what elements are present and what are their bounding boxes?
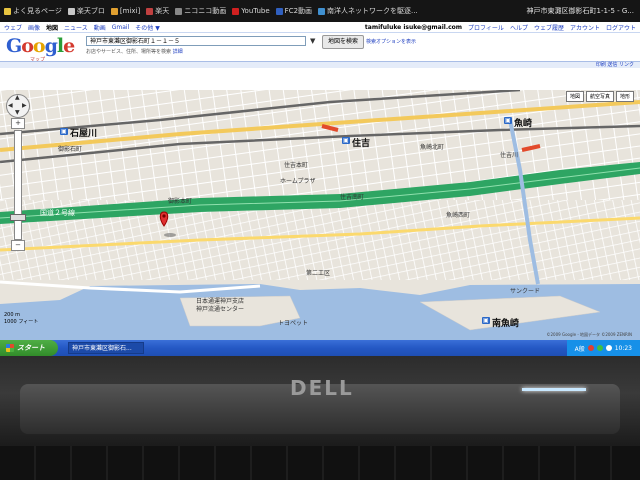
map-label: ホームプラザ <box>280 178 316 185</box>
map-copyright: ©2009 Google - 地図データ ©2009 ZENRIN <box>546 332 632 337</box>
tray-icon[interactable] <box>596 345 603 351</box>
zoom-in-button[interactable]: + <box>11 118 25 129</box>
zoom-out-button[interactable]: − <box>11 240 25 251</box>
gbar-link-gmail[interactable]: Gmail <box>112 24 130 31</box>
map-label: 魚崎西町 <box>446 212 471 219</box>
gbar-link-images[interactable]: 画像 <box>28 23 40 32</box>
hint-link[interactable]: 詳細 <box>173 49 183 55</box>
tray-clock: 10:23 <box>614 344 632 352</box>
user-email: tamifuluke isuke@gmail.com <box>364 23 463 31</box>
bookmark-item[interactable]: FC2動画 <box>275 6 312 16</box>
station-icon: ▣ <box>482 317 490 324</box>
station-icon: ▣ <box>342 137 350 144</box>
bookmarks-bar: よく見るページ 楽天ブロ [mixi] 楽天 ニコニコ動画 YouTube FC… <box>0 0 640 22</box>
start-button[interactable]: スタート <box>0 340 58 356</box>
gbar-link-news[interactable]: ニュース <box>64 23 88 32</box>
link-profile[interactable]: プロフィール <box>468 23 504 32</box>
map-scale: 200 m 1000 フィート <box>4 312 39 325</box>
map-label: トヨペット <box>278 320 309 327</box>
pan-left-icon[interactable]: ◀ <box>8 102 13 109</box>
star-icon <box>4 7 11 15</box>
windows-logo-icon <box>6 344 14 352</box>
road-label: 国道２号線 <box>40 209 75 217</box>
map-label: 神戸流通センター <box>196 306 245 313</box>
youtube-icon <box>232 7 240 15</box>
laptop-bezel: DELL <box>0 356 640 480</box>
map-label: 石屋川 <box>70 129 98 139</box>
chevron-down-icon[interactable]: ▼ <box>310 37 315 45</box>
map-type-satellite[interactable]: 航空写真 <box>585 91 614 102</box>
zoom-slider[interactable] <box>14 130 22 240</box>
system-tray: A般 10:23 <box>566 340 640 356</box>
bookmark-item[interactable]: ニコニコ動画 <box>175 6 226 16</box>
search-button[interactable]: 地図を検索 <box>322 35 365 49</box>
map-type-terrain[interactable]: 地形 <box>615 91 634 102</box>
map-label: 第二工区 <box>306 270 331 277</box>
pan-right-icon[interactable]: ▶ <box>22 102 27 109</box>
tray-icon[interactable] <box>587 345 594 351</box>
pan-control[interactable]: ▲ ▼ ◀ ▶ <box>6 94 30 118</box>
pan-down-icon[interactable]: ▼ <box>15 109 20 116</box>
zoom-thumb[interactable] <box>10 214 26 221</box>
map-label: 御影石町 <box>58 146 83 153</box>
gbar-link-more[interactable]: その他 ▼ <box>135 23 160 32</box>
bookmark-item[interactable]: [mixi] <box>110 7 140 15</box>
bookmark-item[interactable]: 楽天ブロ <box>67 6 105 16</box>
link-logout[interactable]: ログアウト <box>606 23 636 32</box>
station-icon: ▣ <box>504 117 512 124</box>
map-label: 住吉川 <box>500 152 519 159</box>
brand-logo: DELL <box>290 376 354 400</box>
map-label: 住吉南町 <box>340 194 365 201</box>
results-bar: 印刷 送信 リンク <box>0 61 640 68</box>
bookmark-item[interactable]: 楽天 <box>146 6 169 16</box>
search-input[interactable]: 神戸市東灘区御影石町１－１－５ <box>86 36 306 46</box>
tray-icon[interactable] <box>605 345 612 351</box>
map-type-map[interactable]: 地図 <box>565 91 584 102</box>
link-account[interactable]: アカウント <box>570 23 600 32</box>
taskbar: スタート 神戸市東灘区御影石... A般 10:23 <box>0 340 640 356</box>
link-history[interactable]: ウェブ履歴 <box>534 23 564 32</box>
map-label: 南魚崎 <box>492 319 520 329</box>
search-options-link[interactable]: 検索オプションを表示 <box>366 38 416 45</box>
fc2-icon <box>275 7 283 15</box>
window-title: 神戸市東灘区御影石町1-1-5 - G... <box>526 7 635 15</box>
power-led <box>522 388 586 391</box>
search-hint: お店やサービス、住所、場所等を検索 詳細 <box>86 49 183 55</box>
google-logo[interactable]: Google <box>6 37 75 56</box>
keyboard <box>0 446 640 480</box>
gbar-link-maps[interactable]: 地図 <box>46 23 58 32</box>
taskbar-window-button[interactable]: 神戸市東灘区御影石... <box>68 342 144 354</box>
nico-icon <box>175 7 183 15</box>
map-type-switcher: 地図 航空写真 地形 <box>565 91 634 102</box>
print-send-link[interactable]: 印刷 送信 リンク <box>596 61 634 68</box>
gbar-link-web[interactable]: ウェブ <box>4 23 22 32</box>
link-help[interactable]: ヘルプ <box>510 23 528 32</box>
maps-header: Google マップ 神戸市東灘区御影石町１－１－５ ▼ 地図を検索 検索オプシ… <box>0 33 640 63</box>
map-label: 魚崎 <box>514 119 533 129</box>
map-canvas[interactable]: 地図 航空写真 地形 ▲ ▼ ◀ ▶ + − 石屋川 住吉 魚崎 御影石町 御影… <box>0 90 640 340</box>
mixi-icon <box>110 7 118 15</box>
station-icon: ▣ <box>60 128 68 135</box>
ime-indicator[interactable]: A般 <box>575 344 585 353</box>
page-icon <box>318 7 326 15</box>
map-label: 魚崎北町 <box>420 144 445 151</box>
bookmark-item[interactable]: YouTube <box>232 7 270 15</box>
google-bar: ウェブ 画像 地図 ニュース 動画 Gmail その他 ▼ tamifuluke… <box>0 22 640 33</box>
map-label: 御影本町 <box>168 198 193 205</box>
bookmark-item[interactable]: 南洋人ネットワークを駆逐... <box>318 6 418 16</box>
page-icon <box>67 7 75 15</box>
map-label: 住吉本町 <box>284 162 309 169</box>
gbar-link-video[interactable]: 動画 <box>94 23 106 32</box>
map-label: サンクード <box>510 288 541 295</box>
map-label: 住吉 <box>352 139 371 149</box>
pan-up-icon[interactable]: ▲ <box>15 94 20 101</box>
page-icon <box>146 7 154 15</box>
bookmark-item[interactable]: よく見るページ <box>4 6 62 16</box>
